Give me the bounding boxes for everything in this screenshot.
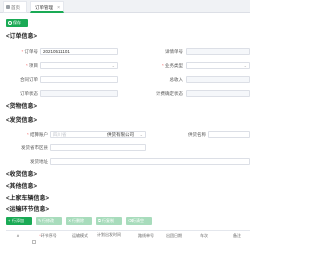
- col-transport-mode: 运输模式: [72, 233, 88, 238]
- business-type-label: * 业务类型: [161, 63, 183, 68]
- project-select[interactable]: ⌄: [40, 62, 118, 69]
- transport-table: # *环节序号 运输模式 计划出发时间 路线单号 出团日期 车次 备注: [6, 230, 250, 257]
- tab-order-label: 订单管理: [35, 5, 53, 10]
- supplier-name-input[interactable]: [208, 131, 250, 138]
- col-segment-no: *环节序号: [39, 233, 57, 238]
- tab-bar: 首页 订单管理 ×: [0, 0, 250, 13]
- section-other-info: <其他信息>: [6, 184, 38, 190]
- business-type-select[interactable]: ⌄: [186, 62, 250, 69]
- clear-icon: ⌫: [128, 218, 134, 223]
- save-icon: [8, 21, 12, 25]
- customer-select[interactable]: 四川省 供货有限公司 ⌄: [50, 131, 146, 138]
- section-transport-info: <运输环节信息>: [6, 207, 50, 213]
- section-loading-vehicle-info: <上家车辆信息>: [6, 196, 50, 202]
- ship-region-select[interactable]: [50, 144, 146, 151]
- section-goods-info: <货物信息>: [6, 104, 38, 110]
- col-vehicle: 车次: [200, 233, 208, 238]
- edit-icon: ✎: [38, 218, 42, 223]
- section-receiving-info: <收货信息>: [6, 172, 38, 178]
- row-add-button[interactable]: + 行添加: [6, 217, 32, 225]
- detail-no-label: 详情单号: [165, 49, 183, 54]
- section-order-info: <订单信息>: [6, 34, 38, 40]
- plus-icon: +: [8, 218, 11, 223]
- order-no-input[interactable]: 20210511101: [40, 48, 118, 55]
- row-clear-button[interactable]: ⌫ 行清空: [126, 217, 152, 225]
- col-route-no: 路线单号: [138, 233, 154, 238]
- save-button[interactable]: 保存: [6, 19, 28, 27]
- total-income-label: 总收入: [169, 77, 184, 82]
- col-depart-date: 出团日期: [166, 233, 182, 238]
- select-all-checkbox[interactable]: [32, 240, 36, 244]
- ship-address-label: 发货地址: [30, 159, 48, 164]
- copy-icon: ⧉: [98, 218, 101, 223]
- customer-label: * 结算账户: [26, 132, 48, 137]
- chevron-down-icon: ⌄: [111, 63, 115, 68]
- close-icon[interactable]: ×: [57, 2, 60, 14]
- col-planned-departure: 计划出发时间: [97, 232, 121, 237]
- save-label: 保存: [13, 20, 21, 25]
- ship-address-input[interactable]: [50, 158, 250, 165]
- contract-input[interactable]: [40, 76, 118, 83]
- billing-status-input[interactable]: [186, 90, 250, 97]
- section-shipping-info: <发货信息>: [6, 118, 38, 124]
- chevron-down-icon: ⌄: [139, 132, 143, 137]
- tab-order-management[interactable]: 订单管理 ×: [30, 1, 64, 13]
- tab-home[interactable]: 首页: [3, 1, 27, 13]
- chevron-down-icon: ⌄: [243, 63, 247, 68]
- row-copy-button[interactable]: ⧉ 行复制: [96, 217, 122, 225]
- row-edit-button[interactable]: ✎ 行修改: [36, 217, 62, 225]
- ship-region-label: 发货省市区县: [21, 145, 48, 150]
- total-income-input[interactable]: [186, 76, 250, 83]
- supplier-name-label: 供货名称: [188, 132, 206, 137]
- order-status-input[interactable]: [40, 90, 118, 97]
- billing-status-label: 计费确定状态: [156, 91, 183, 96]
- order-status-label: 订单状态: [20, 91, 38, 96]
- row-delete-button[interactable]: ✕ 行删除: [66, 217, 92, 225]
- delete-icon: ✕: [68, 218, 72, 223]
- col-remark: 备注: [233, 233, 241, 238]
- col-index: #: [16, 233, 20, 238]
- project-label: * 项目: [25, 63, 38, 68]
- contract-label: 合同订单: [20, 77, 38, 82]
- tab-home-label: 首页: [11, 5, 20, 10]
- order-no-label: * 订单号: [21, 49, 38, 54]
- detail-no-input[interactable]: [186, 48, 250, 55]
- home-icon: [6, 5, 10, 9]
